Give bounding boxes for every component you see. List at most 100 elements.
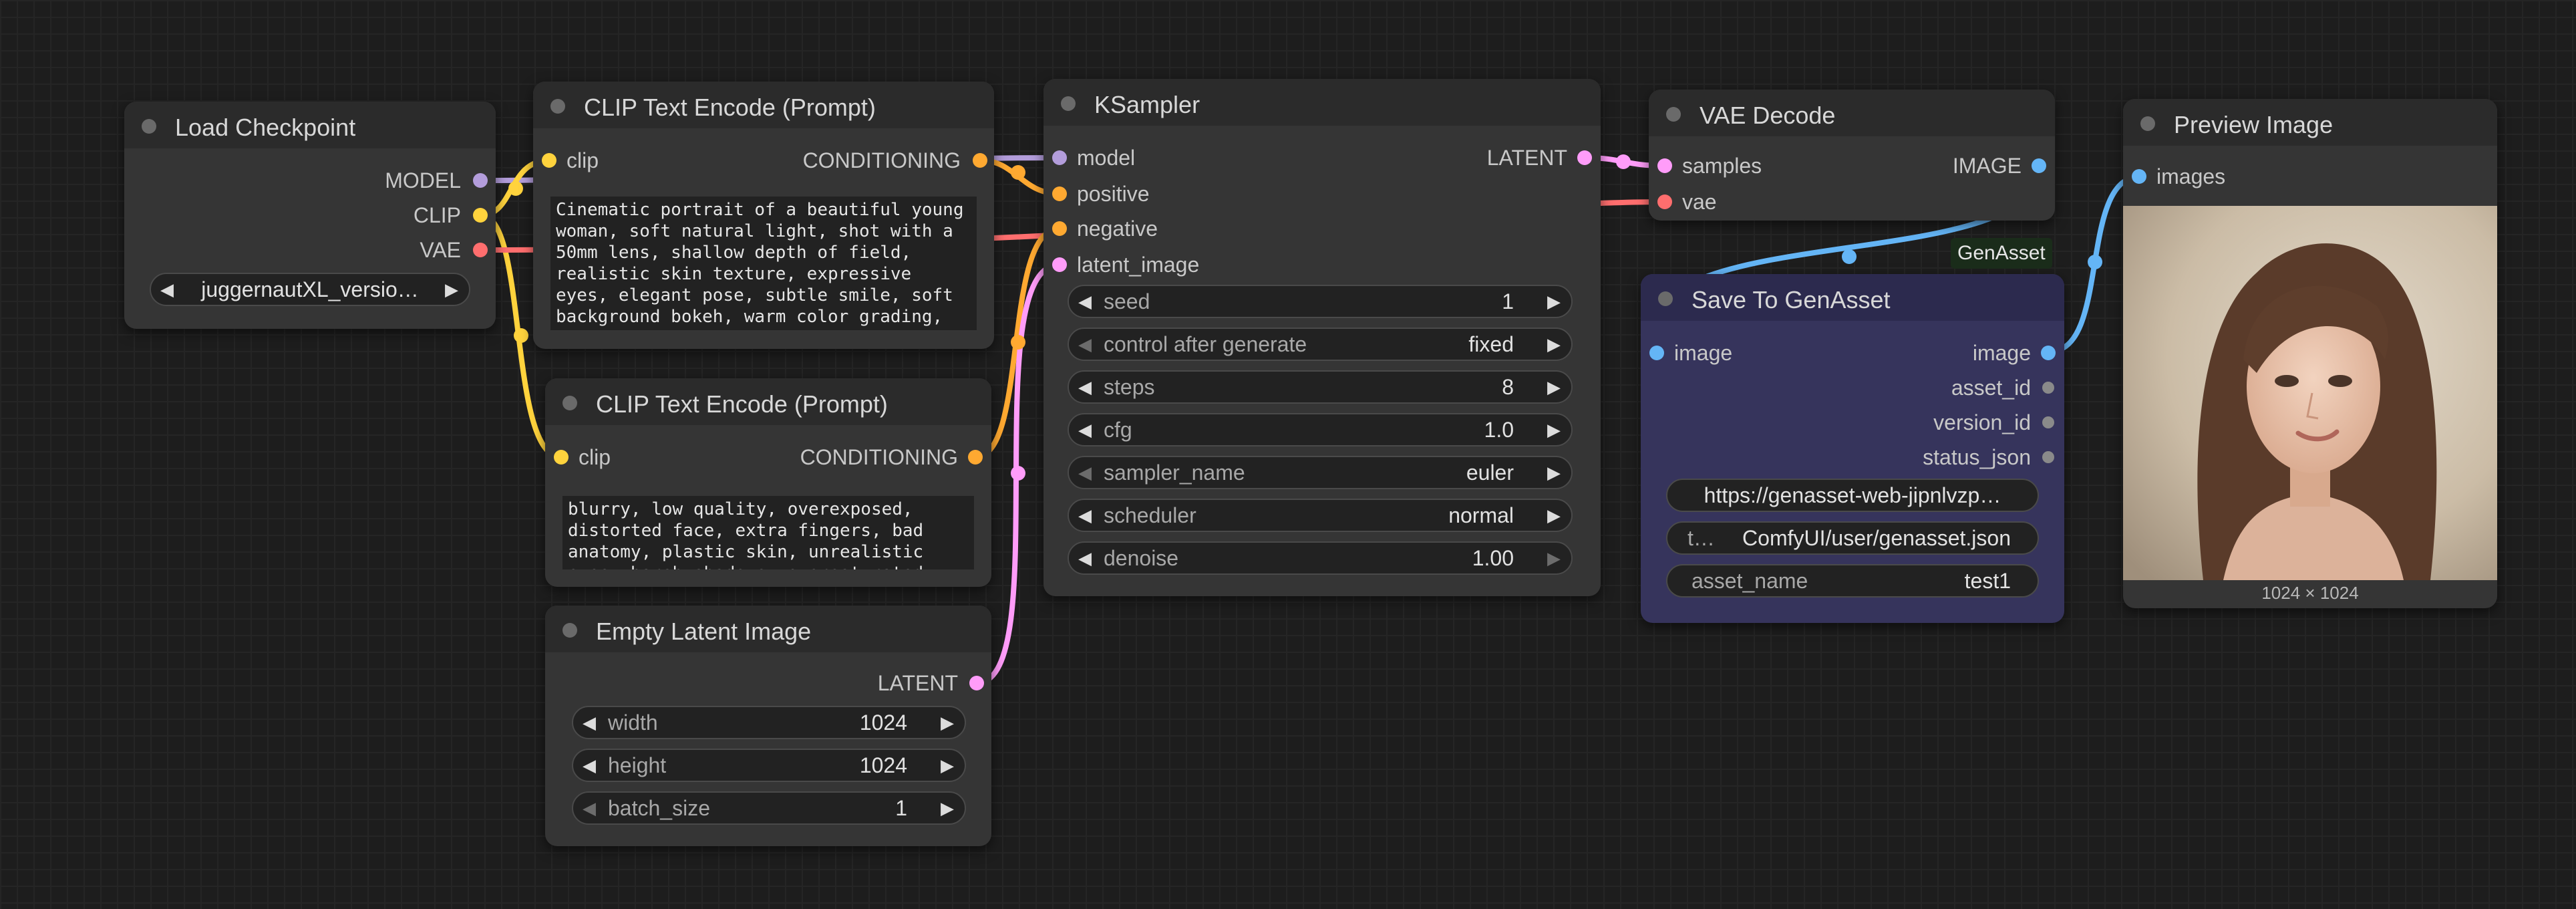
portrait-illustration: [2123, 206, 2497, 580]
node-save-to-genasset[interactable]: Save To GenAsset image image asset_id ve…: [1641, 274, 2064, 623]
decrement-arrow-icon[interactable]: ◀: [160, 274, 174, 305]
increment-arrow-icon[interactable]: ▶: [1547, 372, 1561, 402]
increment-arrow-icon[interactable]: ▶: [1547, 414, 1561, 445]
asset-name-field[interactable]: asset_name test1: [1666, 564, 2039, 598]
node-title: Load Checkpoint: [175, 114, 356, 141]
input-label-vae: vae: [1682, 190, 1717, 214]
cfg-widget[interactable]: ◀ cfg 1.0 ▶: [1068, 413, 1573, 446]
increment-arrow-icon[interactable]: ▶: [941, 793, 954, 823]
node-header[interactable]: CLIP Text Encode (Prompt): [533, 82, 994, 128]
width-widget[interactable]: ◀ width 1024 ▶: [572, 706, 966, 739]
decrement-arrow-icon[interactable]: ◀: [1078, 500, 1092, 531]
collapse-dot-icon[interactable]: [562, 623, 577, 638]
collapse-dot-icon[interactable]: [1061, 96, 1076, 111]
output-slot-latent[interactable]: [969, 676, 984, 690]
input-slot-positive[interactable]: [1052, 186, 1067, 201]
sampler-name-widget[interactable]: ◀ sampler_name euler ▶: [1068, 456, 1573, 489]
output-slot-image[interactable]: [2041, 346, 2056, 360]
collapse-dot-icon[interactable]: [562, 396, 577, 410]
input-label-clip: clip: [579, 445, 611, 469]
node-clip-text-encode-negative[interactable]: CLIP Text Encode (Prompt) clip CONDITION…: [545, 378, 991, 587]
increment-arrow-icon[interactable]: ▶: [941, 750, 954, 781]
decrement-arrow-icon[interactable]: ◀: [583, 750, 596, 781]
height-widget[interactable]: ◀ height 1024 ▶: [572, 749, 966, 782]
output-slot-conditioning[interactable]: [973, 153, 987, 168]
output-slot-vae[interactable]: [473, 243, 488, 257]
output-label-latent: LATENT: [877, 671, 958, 695]
input-slot-images[interactable]: [2132, 169, 2146, 184]
node-header[interactable]: Load Checkpoint: [124, 102, 496, 148]
decrement-arrow-icon[interactable]: ◀: [1078, 543, 1092, 573]
collapse-dot-icon[interactable]: [1666, 107, 1681, 122]
collapse-dot-icon[interactable]: [142, 119, 156, 134]
increment-arrow-icon[interactable]: ▶: [1547, 457, 1561, 488]
decrement-arrow-icon[interactable]: ◀: [1078, 329, 1092, 360]
decrement-arrow-icon[interactable]: ◀: [583, 707, 596, 738]
ckpt-name-combo[interactable]: ◀ juggernautXL_versio… ▶: [150, 273, 470, 306]
node-title: CLIP Text Encode (Prompt): [584, 94, 876, 121]
collapse-dot-icon[interactable]: [1658, 291, 1673, 306]
node-vae-decode[interactable]: VAE Decode samples vae IMAGE: [1649, 90, 2055, 221]
increment-arrow-icon[interactable]: ▶: [1547, 543, 1561, 573]
node-header[interactable]: VAE Decode: [1649, 90, 2055, 136]
node-empty-latent-image[interactable]: Empty Latent Image LATENT ◀ width 1024 ▶…: [545, 606, 991, 846]
node-header[interactable]: Save To GenAsset: [1641, 274, 2064, 321]
decrement-arrow-icon[interactable]: ◀: [583, 793, 596, 823]
url-field[interactable]: https://genasset-web-jipnlvzp…: [1666, 479, 2039, 512]
collapse-dot-icon[interactable]: [2140, 116, 2155, 131]
denoise-widget[interactable]: ◀ denoise 1.00 ▶: [1068, 541, 1573, 575]
control-after-generate-widget[interactable]: ◀ control after generate fixed ▶: [1068, 328, 1573, 361]
output-slot-asset-id[interactable]: [2042, 382, 2054, 394]
steps-widget[interactable]: ◀ steps 8 ▶: [1068, 370, 1573, 404]
node-ksampler[interactable]: KSampler model positive negative latent_…: [1043, 79, 1601, 596]
increment-arrow-icon[interactable]: ▶: [1547, 500, 1561, 531]
decrement-arrow-icon[interactable]: ◀: [1078, 286, 1092, 317]
batch-size-widget[interactable]: ◀ batch_size 1 ▶: [572, 791, 966, 825]
increment-arrow-icon[interactable]: ▶: [1547, 286, 1561, 317]
output-label-image: IMAGE: [1952, 154, 2022, 178]
node-header[interactable]: Preview Image: [2123, 99, 2497, 146]
collapse-dot-icon[interactable]: [550, 99, 565, 114]
node-header[interactable]: KSampler: [1043, 79, 1601, 126]
node-header[interactable]: Empty Latent Image: [545, 606, 991, 652]
increment-arrow-icon[interactable]: ▶: [445, 274, 458, 305]
node-header[interactable]: CLIP Text Encode (Prompt): [545, 378, 991, 425]
output-slot-conditioning[interactable]: [968, 450, 983, 465]
input-slot-latent-image[interactable]: [1052, 257, 1067, 272]
input-slot-clip[interactable]: [554, 450, 569, 465]
output-slot-clip[interactable]: [473, 208, 488, 223]
node-title: Preview Image: [2174, 111, 2333, 138]
token-path-field[interactable]: t… ComfyUI/user/genasset.json: [1666, 521, 2039, 555]
input-slot-negative[interactable]: [1052, 221, 1067, 236]
output-slot-model[interactable]: [473, 173, 488, 188]
node-title: CLIP Text Encode (Prompt): [596, 390, 888, 418]
node-title: KSampler: [1094, 91, 1200, 118]
decrement-arrow-icon[interactable]: ◀: [1078, 414, 1092, 445]
output-label-model: MODEL: [385, 168, 461, 192]
input-slot-samples[interactable]: [1657, 158, 1672, 173]
output-slot-latent[interactable]: [1577, 150, 1592, 165]
input-slot-image[interactable]: [1649, 346, 1664, 360]
preview-image[interactable]: [2123, 206, 2497, 580]
node-preview-image[interactable]: Preview Image images 1024 × 1024: [2123, 99, 2497, 608]
increment-arrow-icon[interactable]: ▶: [941, 707, 954, 738]
decrement-arrow-icon[interactable]: ◀: [1078, 457, 1092, 488]
output-slot-status-json[interactable]: [2042, 451, 2054, 463]
node-title: VAE Decode: [1700, 102, 1836, 129]
output-slot-image[interactable]: [2032, 158, 2046, 173]
decrement-arrow-icon[interactable]: ◀: [1078, 372, 1092, 402]
negative-prompt-textarea[interactable]: blurry, low quality, overexposed, distor…: [562, 496, 974, 569]
increment-arrow-icon[interactable]: ▶: [1547, 329, 1561, 360]
output-slot-version-id[interactable]: [2042, 416, 2054, 428]
prompt-textarea[interactable]: Cinematic portrait of a beautiful young …: [550, 197, 977, 330]
input-slot-clip[interactable]: [542, 153, 556, 168]
input-slot-model[interactable]: [1052, 150, 1067, 165]
node-clip-text-encode-positive[interactable]: CLIP Text Encode (Prompt) clip CONDITION…: [533, 82, 994, 349]
node-load-checkpoint[interactable]: Load Checkpoint MODEL CLIP VAE ◀ juggern…: [124, 102, 496, 329]
scheduler-widget[interactable]: ◀ scheduler normal ▶: [1068, 499, 1573, 532]
seed-widget[interactable]: ◀ seed 1 ▶: [1068, 285, 1573, 318]
input-label-images: images: [2156, 164, 2226, 188]
input-slot-vae[interactable]: [1657, 194, 1672, 209]
input-label-image: image: [1674, 341, 1733, 365]
input-label-latent-image: latent_image: [1077, 253, 1200, 277]
